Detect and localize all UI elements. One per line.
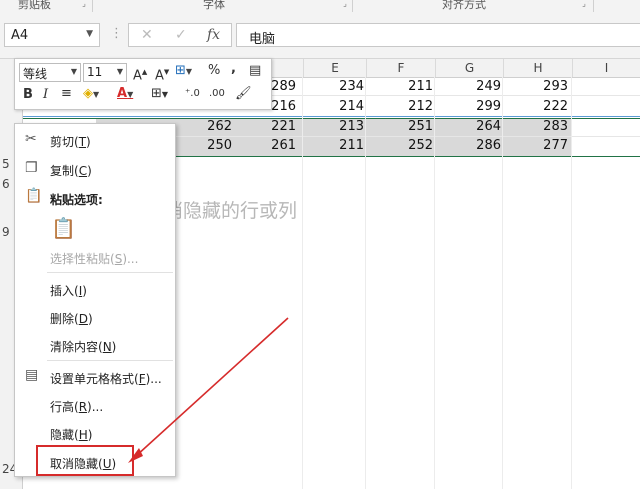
arrow-line — [135, 317, 289, 457]
annotation-arrow-icon — [128, 317, 289, 463]
arrow-head — [128, 448, 143, 463]
